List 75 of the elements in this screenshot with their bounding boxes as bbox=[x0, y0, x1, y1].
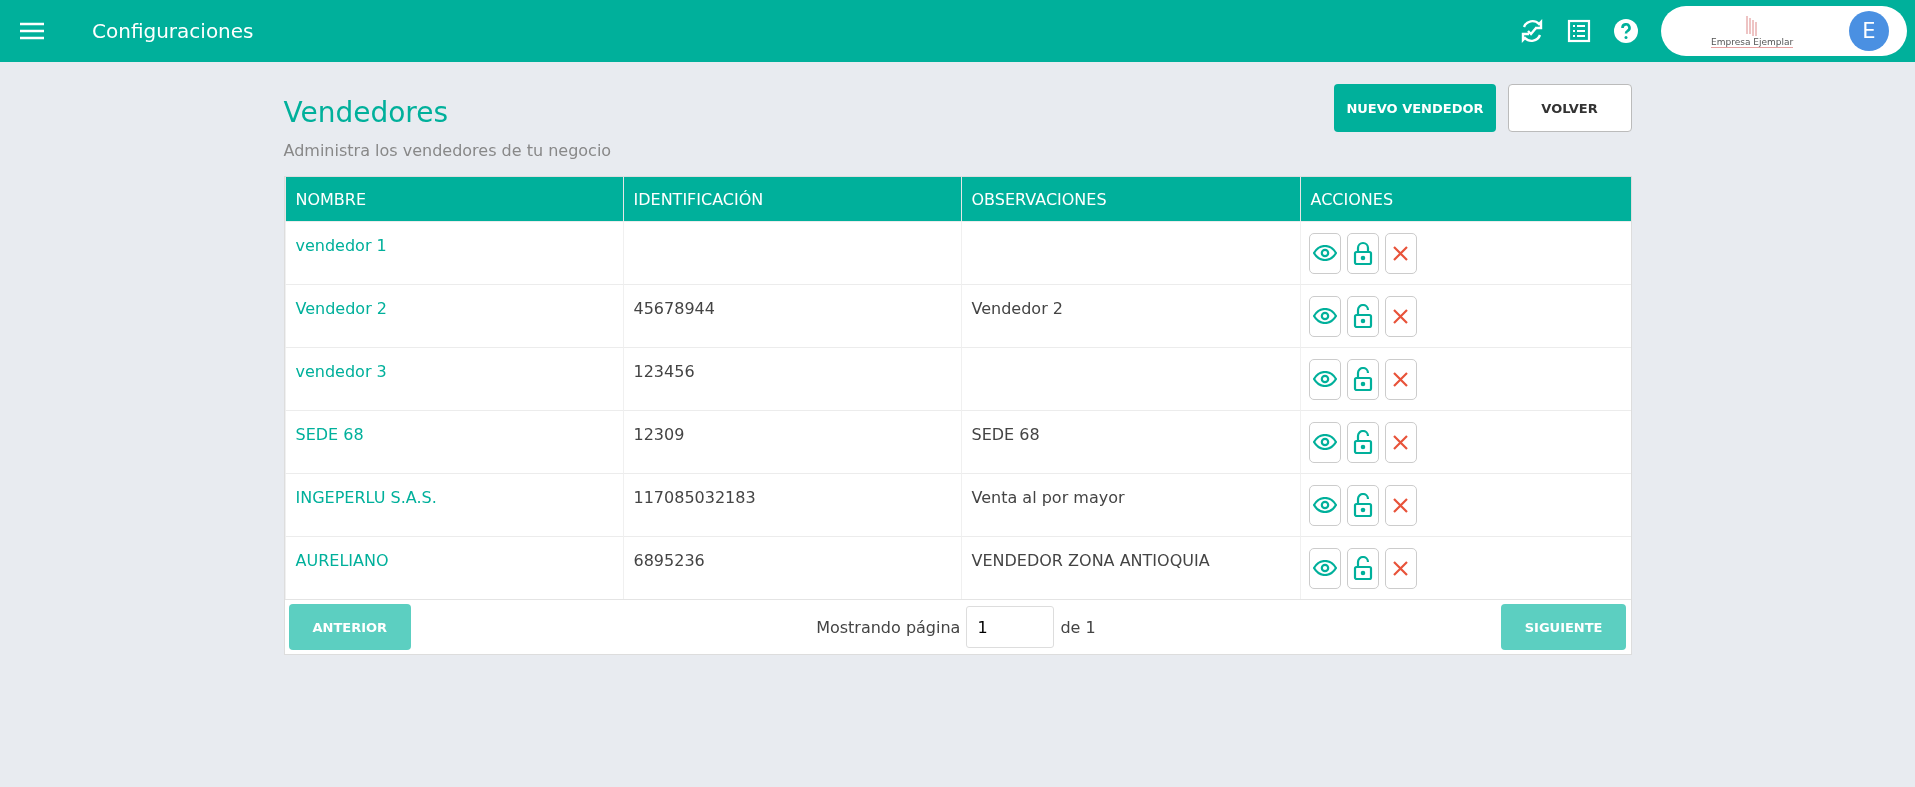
open-padlock-icon bbox=[1352, 367, 1373, 391]
close-icon bbox=[1393, 308, 1408, 324]
lock-button[interactable] bbox=[1346, 358, 1379, 400]
lock-button[interactable] bbox=[1346, 232, 1379, 274]
close-icon bbox=[1393, 560, 1408, 576]
delete-button[interactable] bbox=[1384, 484, 1417, 526]
open-padlock-icon bbox=[1352, 304, 1373, 328]
page-count: de 1 bbox=[1060, 617, 1096, 637]
lock-button[interactable] bbox=[1346, 484, 1379, 526]
eye-icon bbox=[1312, 371, 1337, 387]
view-button[interactable] bbox=[1308, 358, 1341, 400]
seller-name-link[interactable]: Vendedor 2 bbox=[284, 284, 623, 347]
help-icon bbox=[1613, 18, 1639, 44]
delete-button[interactable] bbox=[1384, 421, 1417, 463]
table-cell: 117085032183 bbox=[622, 473, 961, 536]
open-padlock-icon bbox=[1352, 493, 1373, 517]
seller-name-link[interactable]: vendedor 3 bbox=[284, 347, 623, 410]
eye-icon bbox=[1312, 245, 1337, 261]
open-padlock-icon bbox=[1352, 556, 1373, 580]
help-button[interactable] bbox=[1613, 18, 1639, 44]
seller-name-link[interactable]: AURELIANO bbox=[284, 536, 623, 599]
view-button[interactable] bbox=[1308, 232, 1341, 274]
page-subtitle: Administra los vendedores de tu negocio bbox=[283, 141, 612, 160]
table-cell: 6895236 bbox=[622, 536, 961, 599]
company-pill[interactable]: Empresa Ejemplar E bbox=[1661, 6, 1907, 56]
menu-button[interactable] bbox=[20, 22, 44, 40]
sync-check-icon bbox=[1519, 18, 1545, 44]
eye-icon bbox=[1312, 308, 1337, 324]
new-button[interactable]: NUEVO VENDEDOR bbox=[1334, 84, 1496, 132]
table-cell: 12309 bbox=[622, 410, 961, 473]
page-title: Vendedores bbox=[283, 95, 450, 129]
table-cell: VENDEDOR ZONA ANTIOQUIA bbox=[960, 536, 1300, 599]
close-icon bbox=[1393, 371, 1408, 387]
lock-button[interactable] bbox=[1346, 421, 1379, 463]
list-icon bbox=[1567, 19, 1591, 43]
table-cell: Vendedor 2 bbox=[960, 284, 1300, 347]
delete-button[interactable] bbox=[1384, 295, 1417, 337]
delete-button[interactable] bbox=[1384, 232, 1417, 274]
company-name: Empresa Ejemplar bbox=[1711, 36, 1794, 48]
table-cell: 123456 bbox=[622, 347, 961, 410]
back-button[interactable]: VOLVER bbox=[1507, 84, 1632, 132]
seller-name-link[interactable]: vendedor 1 bbox=[284, 221, 623, 284]
column-header: OBSERVACIONES bbox=[960, 177, 1300, 221]
page-label: Mostrando página bbox=[816, 617, 961, 637]
open-padlock-icon bbox=[1352, 430, 1373, 454]
list-button[interactable] bbox=[1567, 19, 1591, 43]
table-cell: SEDE 68 bbox=[960, 410, 1300, 473]
view-button[interactable] bbox=[1308, 484, 1341, 526]
column-header: NOMBRE bbox=[284, 177, 623, 221]
seller-name-link[interactable]: INGEPERLU S.A.S. bbox=[284, 473, 623, 536]
seller-name-link[interactable]: SEDE 68 bbox=[284, 410, 623, 473]
table-cell: Venta al por mayor bbox=[960, 473, 1300, 536]
closed-padlock-icon bbox=[1352, 241, 1373, 265]
app-title: Configuraciones bbox=[92, 19, 255, 43]
lock-button[interactable] bbox=[1346, 295, 1379, 337]
sync-button[interactable] bbox=[1519, 18, 1545, 44]
view-button[interactable] bbox=[1308, 295, 1341, 337]
delete-button[interactable] bbox=[1384, 547, 1417, 589]
table-cell: 45678944 bbox=[622, 284, 961, 347]
column-header: IDENTIFICACIÓN bbox=[622, 177, 961, 221]
view-button[interactable] bbox=[1308, 421, 1341, 463]
eye-icon bbox=[1312, 560, 1337, 576]
eye-icon bbox=[1312, 497, 1337, 513]
delete-button[interactable] bbox=[1384, 358, 1417, 400]
column-header: ACCIONES bbox=[1299, 177, 1631, 221]
page-input[interactable]: 1 bbox=[966, 606, 1055, 648]
close-icon bbox=[1393, 245, 1408, 261]
view-button[interactable] bbox=[1308, 547, 1341, 589]
eye-icon bbox=[1312, 434, 1337, 450]
logo-icon bbox=[1745, 14, 1760, 37]
close-icon bbox=[1393, 434, 1408, 450]
menu-icon bbox=[20, 22, 44, 40]
lock-button[interactable] bbox=[1346, 547, 1379, 589]
avatar[interactable]: E bbox=[1849, 11, 1889, 51]
close-icon bbox=[1393, 497, 1408, 513]
